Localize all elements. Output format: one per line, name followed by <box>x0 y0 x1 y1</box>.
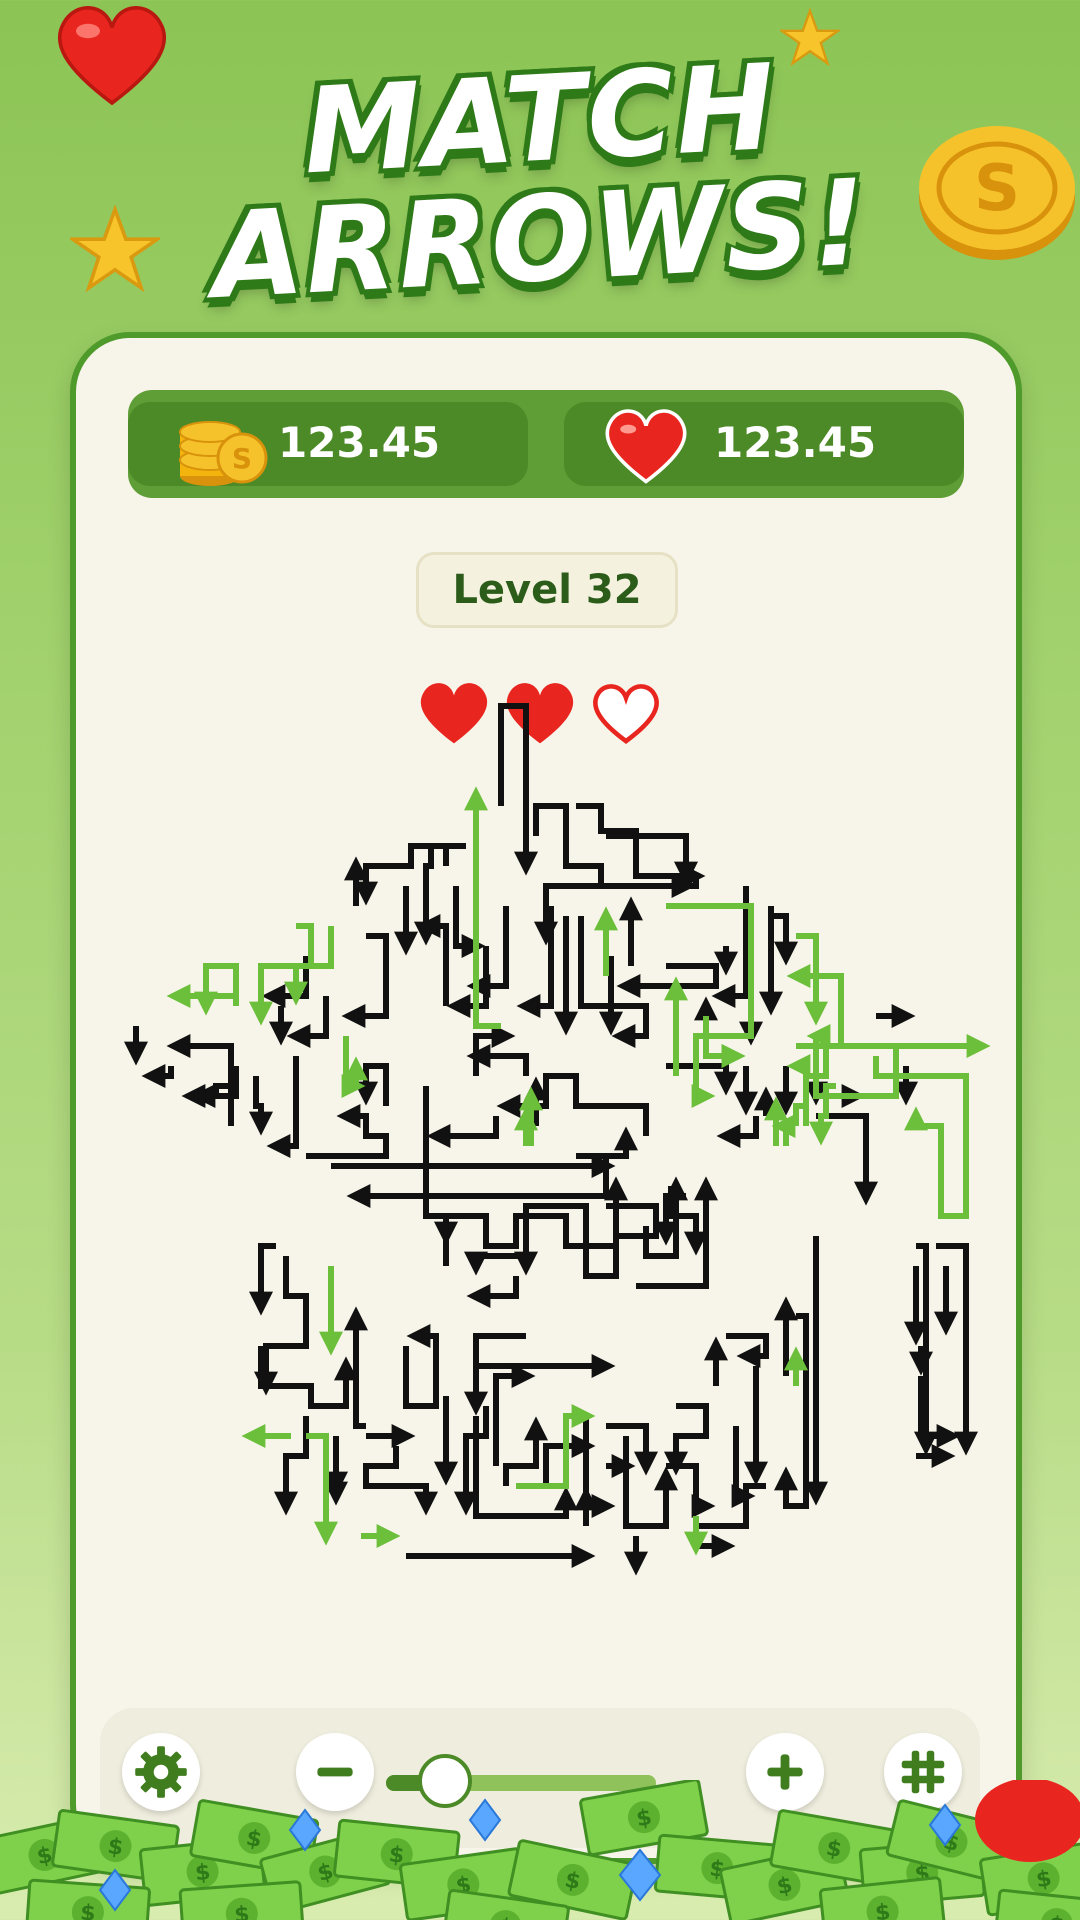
maze-arrow[interactable] <box>464 1333 526 1416</box>
maze-arrow[interactable] <box>254 1256 309 1396</box>
svg-text:S: S <box>974 152 1020 226</box>
maze-arrow[interactable] <box>426 1116 499 1148</box>
arrow-maze-board[interactable] <box>76 338 1016 1858</box>
maze-arrow[interactable] <box>616 963 719 998</box>
svg-text:$: $ <box>233 1902 250 1920</box>
maze-arrow[interactable] <box>664 1403 709 1476</box>
maze-arrow[interactable] <box>466 1044 529 1076</box>
maze-arrow[interactable] <box>346 1156 609 1208</box>
maze-arrow[interactable] <box>194 963 239 1016</box>
maze-arrow[interactable] <box>503 1416 548 1486</box>
maze-arrow[interactable] <box>354 1063 389 1106</box>
maze-arrow[interactable] <box>341 933 389 1028</box>
svg-text:$: $ <box>1048 1912 1066 1920</box>
maze-arrow[interactable] <box>873 1056 969 1219</box>
star-icon <box>780 8 840 67</box>
maze-arrow[interactable] <box>498 703 538 876</box>
maze-arrow[interactable] <box>258 1346 358 1409</box>
maze-arrow[interactable] <box>711 886 749 1008</box>
maze-arrow[interactable] <box>726 1333 769 1368</box>
maze-arrow[interactable] <box>493 1364 536 1466</box>
cash-bill: $ <box>24 1878 151 1920</box>
maze-arrow[interactable] <box>403 1324 439 1409</box>
svg-text:$: $ <box>79 1901 96 1920</box>
maze-arrow[interactable] <box>261 956 309 1008</box>
coin-icon: S <box>919 126 1075 260</box>
maze-arrow[interactable] <box>414 843 449 946</box>
svg-text:$: $ <box>496 1914 515 1920</box>
maze-arrow[interactable] <box>466 1276 519 1308</box>
money-pile-decoration: $$$$$$$$$$$$$$$$$$$$ <box>0 1780 1080 1920</box>
maze-arrow[interactable] <box>344 1306 368 1429</box>
maze-arrow[interactable] <box>249 1076 273 1136</box>
maze-arrow[interactable] <box>446 946 489 1018</box>
maze-arrow[interactable] <box>716 1116 759 1148</box>
maze-arrow[interactable] <box>354 843 466 906</box>
maze-arrow[interactable] <box>286 996 329 1048</box>
maze-arrow[interactable] <box>274 1416 309 1516</box>
maze-arrow[interactable] <box>693 1483 766 1558</box>
star-icon <box>70 205 160 293</box>
maze-arrow[interactable] <box>793 1024 831 1126</box>
maze-arrow[interactable] <box>516 1404 596 1489</box>
game-panel: S 123.45 123.45 Level 32 <box>70 332 1022 1864</box>
maze-arrow[interactable] <box>306 1104 389 1159</box>
svg-text:$: $ <box>194 1860 212 1886</box>
maze-arrow[interactable] <box>936 1243 978 1456</box>
maze-arrow[interactable] <box>666 1463 716 1518</box>
maze-arrow[interactable] <box>771 1114 796 1146</box>
heart-icon <box>57 6 167 106</box>
maze-arrow[interactable] <box>566 1413 616 1518</box>
maze-arrow[interactable] <box>249 1243 276 1316</box>
maze-arrow[interactable] <box>466 906 509 998</box>
cash-bill: $ <box>178 1880 305 1920</box>
maze-arrow[interactable] <box>606 833 698 886</box>
maze-arrow[interactable] <box>576 1126 638 1159</box>
svg-text:$: $ <box>874 1900 892 1920</box>
maze-arrow[interactable] <box>266 1056 299 1158</box>
maze-arrow[interactable] <box>416 914 449 1006</box>
maze-arrow[interactable] <box>363 1446 438 1516</box>
maze-arrow[interactable] <box>141 1064 174 1088</box>
